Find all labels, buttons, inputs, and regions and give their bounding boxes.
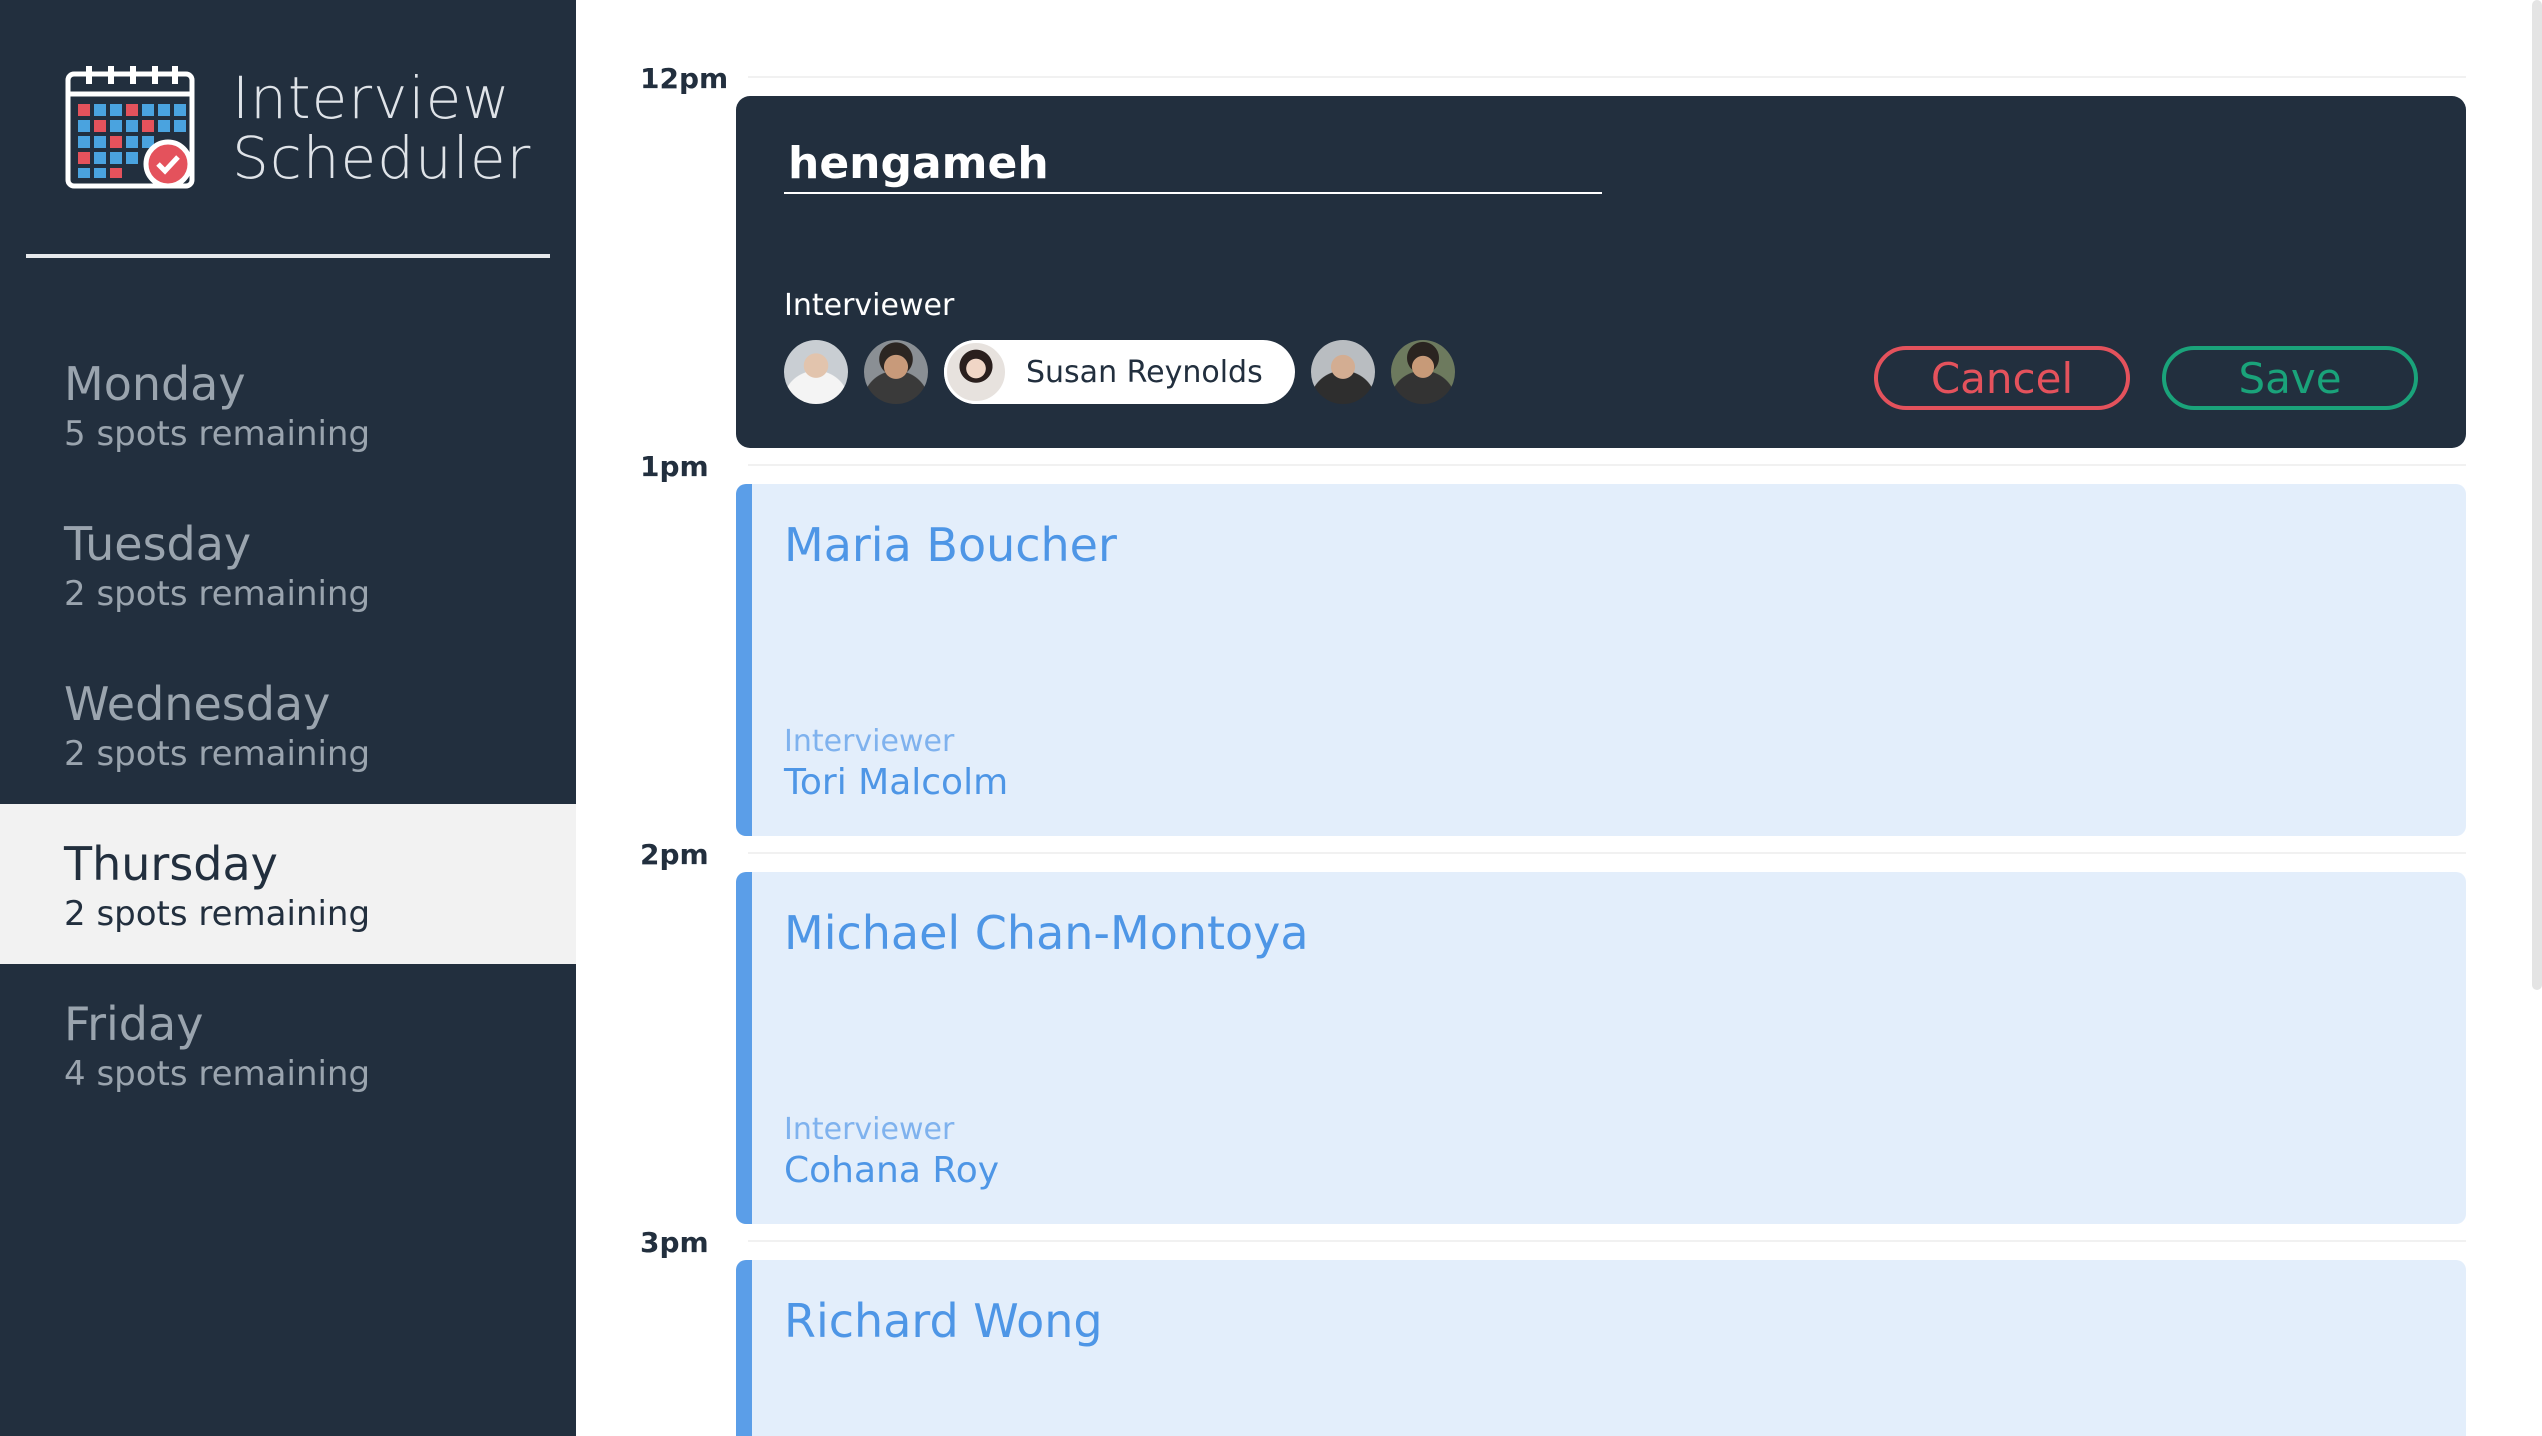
time-label-12pm: 12pm (640, 62, 729, 95)
hour-divider (748, 76, 2466, 78)
sidebar-divider (26, 254, 550, 258)
student-name-input[interactable] (784, 134, 1602, 194)
day-item-thursday[interactable]: Thursday 2 spots remaining (0, 804, 576, 964)
app-title: Interview Scheduler (232, 68, 531, 188)
time-label-1pm: 1pm (640, 450, 709, 483)
appointment-form: Interviewer Susan Reynolds Cancel Save (736, 96, 2466, 448)
interviewer-avatar[interactable] (784, 340, 848, 404)
time-label-2pm: 2pm (640, 838, 709, 871)
day-name: Thursday (64, 837, 278, 891)
day-name: Friday (64, 997, 204, 1051)
day-item-friday[interactable]: Friday 4 spots remaining (0, 964, 576, 1124)
day-list: Monday 5 spots remaining Tuesday 2 spots… (0, 324, 576, 1124)
interviewer-name: Susan Reynolds (1026, 354, 1263, 390)
day-name: Monday (64, 357, 246, 411)
brand-logo: Interview Scheduler (64, 64, 531, 192)
hour-divider (748, 852, 2466, 854)
interviewer-avatar (944, 340, 1008, 404)
student-name: Richard Wong (784, 1294, 1103, 1348)
appointment-card[interactable]: Richard Wong (736, 1260, 2466, 1436)
interviewer-name: Cohana Roy (784, 1150, 1000, 1191)
interviewer-label: Interviewer (784, 288, 955, 323)
calendar-check-icon (65, 66, 195, 189)
student-name: Maria Boucher (784, 518, 1117, 572)
interviewer-avatar[interactable] (864, 340, 928, 404)
cancel-button[interactable]: Cancel (1874, 346, 2130, 410)
hour-divider (748, 1240, 2466, 1242)
save-button[interactable]: Save (2162, 346, 2418, 410)
interviewer-avatar[interactable] (1390, 340, 1455, 404)
appointment-card[interactable]: Michael Chan-Montoya Interviewer Cohana … (736, 872, 2466, 1224)
interviewer-label: Interviewer (784, 1112, 955, 1147)
day-spots: 5 spots remaining (64, 414, 371, 454)
appointment-card[interactable]: Maria Boucher Interviewer Tori Malcolm (736, 484, 2466, 836)
interviewer-selected[interactable]: Susan Reynolds (944, 340, 1295, 404)
day-spots: 2 spots remaining (64, 894, 371, 934)
interviewer-list: Susan Reynolds (784, 340, 1471, 404)
interviewer-name: Tori Malcolm (784, 762, 1009, 803)
day-item-monday[interactable]: Monday 5 spots remaining (0, 324, 576, 484)
day-spots: 2 spots remaining (64, 574, 371, 614)
app-title-line2: Scheduler (232, 124, 532, 192)
scrollbar[interactable] (2532, 0, 2542, 990)
time-label-3pm: 3pm (640, 1226, 709, 1259)
interviewer-avatar[interactable] (1310, 340, 1375, 404)
day-name: Tuesday (64, 517, 252, 571)
day-name: Wednesday (64, 677, 331, 731)
app-title-line1: Interview (232, 64, 511, 132)
day-item-wednesday[interactable]: Wednesday 2 spots remaining (0, 644, 576, 804)
day-spots: 2 spots remaining (64, 734, 371, 774)
sidebar: Interview Scheduler Monday 5 spots remai… (0, 0, 576, 1436)
day-item-tuesday[interactable]: Tuesday 2 spots remaining (0, 484, 576, 644)
interviewer-label: Interviewer (784, 724, 955, 759)
hour-divider (748, 464, 2466, 466)
student-name: Michael Chan-Montoya (784, 906, 1309, 960)
day-spots: 4 spots remaining (64, 1054, 371, 1094)
